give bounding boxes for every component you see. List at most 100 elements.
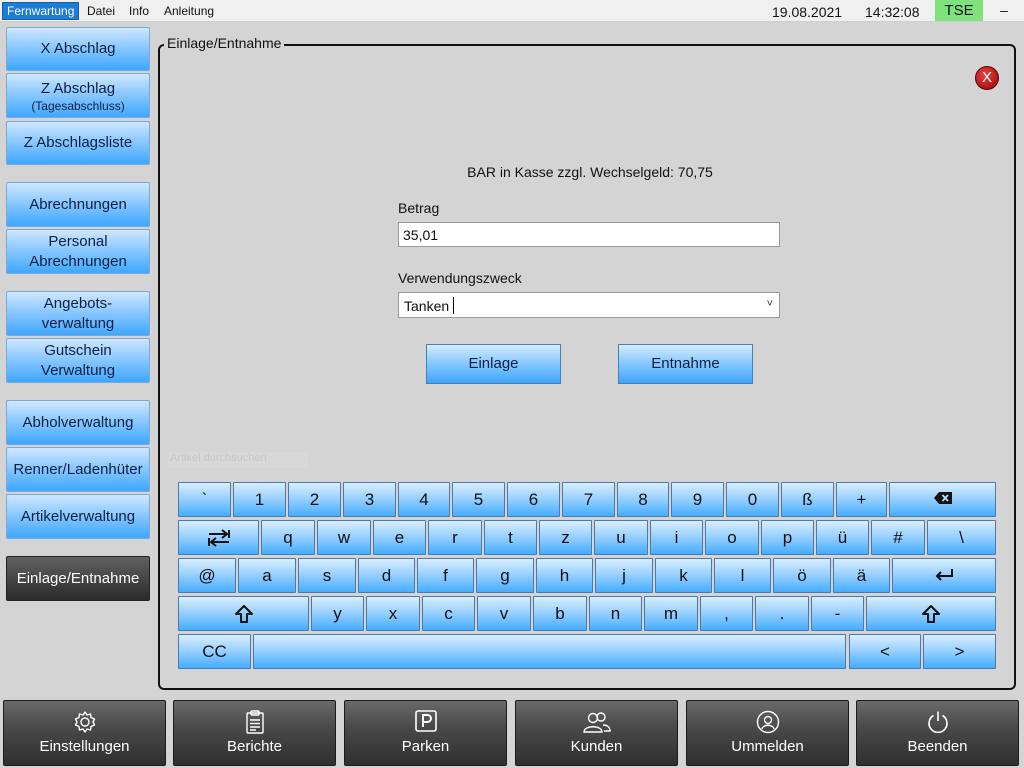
key-s[interactable]: s	[298, 558, 356, 593]
key-u[interactable]: u	[594, 520, 648, 555]
key-shift-left[interactable]	[178, 596, 309, 631]
customers-label: Kunden	[570, 738, 623, 755]
menu-datei[interactable]: Datei	[83, 2, 119, 20]
cash-in-out-button[interactable]: Einlage/Entnahme	[6, 556, 150, 601]
key-t[interactable]: t	[484, 520, 537, 555]
key-8[interactable]: 8	[617, 482, 669, 517]
key-d[interactable]: d	[358, 558, 415, 593]
key-r[interactable]: r	[428, 520, 482, 555]
amount-input[interactable]	[398, 222, 780, 247]
menu-fernwartung[interactable]: Fernwartung	[2, 2, 80, 20]
key-backslash[interactable]: \	[927, 520, 996, 555]
pickup-button[interactable]: Abholverwaltung	[6, 400, 150, 445]
voucher-button[interactable]: Gutschein Verwaltung	[6, 338, 150, 383]
switch-user-label: Ummelden	[731, 738, 804, 755]
tab-icon	[207, 529, 230, 547]
articles-button[interactable]: Artikelverwaltung	[6, 494, 150, 539]
key-m[interactable]: m	[644, 596, 698, 631]
menu-info[interactable]: Info	[125, 2, 153, 20]
purpose-combobox[interactable]: Tanken ˅	[398, 292, 780, 318]
bestsellers-label: Renner/Ladenhüter	[13, 460, 143, 478]
settings-button[interactable]: Einstellungen	[3, 700, 166, 766]
key-backtick[interactable]: `	[178, 482, 231, 517]
switch-user-button[interactable]: Ummelden	[686, 700, 849, 766]
offers-label-2: verwaltung	[41, 314, 115, 332]
key-k[interactable]: k	[655, 558, 712, 593]
minimize-button[interactable]: –	[994, 1, 1014, 21]
key-plus[interactable]: +	[836, 482, 887, 517]
staff-billing-button[interactable]: Personal Abrechnungen	[6, 229, 150, 274]
key-space[interactable]	[253, 634, 846, 669]
key-cc[interactable]: CC	[178, 634, 251, 669]
key-o[interactable]: o	[705, 520, 759, 555]
offers-label-1: Angebots-	[43, 294, 113, 312]
parking-icon	[414, 710, 437, 732]
key-4[interactable]: 4	[398, 482, 450, 517]
key-at[interactable]: @	[178, 558, 236, 593]
key-eszett[interactable]: ß	[781, 482, 834, 517]
enter-icon	[935, 569, 953, 581]
key-ae[interactable]: ä	[833, 558, 890, 593]
key-f[interactable]: f	[417, 558, 474, 593]
key-ue[interactable]: ü	[816, 520, 869, 555]
power-icon	[927, 711, 948, 734]
key-x[interactable]: x	[366, 596, 420, 631]
key-tab[interactable]	[178, 520, 259, 555]
staff-billing-label-1: Personal	[48, 232, 108, 250]
key-0[interactable]: 0	[726, 482, 779, 517]
key-6[interactable]: 6	[507, 482, 560, 517]
key-7[interactable]: 7	[562, 482, 615, 517]
x-report-button[interactable]: X Abschlag	[6, 27, 150, 71]
key-backspace[interactable]	[889, 482, 996, 517]
key-9[interactable]: 9	[671, 482, 724, 517]
key-a[interactable]: a	[238, 558, 296, 593]
park-label: Parken	[401, 738, 450, 755]
key-j[interactable]: j	[595, 558, 653, 593]
reports-button[interactable]: Berichte	[173, 700, 336, 766]
key-right[interactable]: >	[923, 634, 996, 669]
key-n[interactable]: n	[589, 596, 642, 631]
key-l[interactable]: l	[714, 558, 771, 593]
offers-button[interactable]: Angebots- verwaltung	[6, 291, 150, 336]
key-oe[interactable]: ö	[773, 558, 831, 593]
key-c[interactable]: c	[422, 596, 475, 631]
key-e[interactable]: e	[373, 520, 426, 555]
chevron-down-icon[interactable]: ˅	[767, 295, 773, 313]
key-i[interactable]: i	[650, 520, 703, 555]
key-q[interactable]: q	[261, 520, 315, 555]
key-3[interactable]: 3	[343, 482, 396, 517]
z-report-list-button[interactable]: Z Abschlagsliste	[6, 121, 150, 165]
customers-button[interactable]: Kunden	[515, 700, 678, 766]
key-w[interactable]: w	[317, 520, 371, 555]
key-period[interactable]: .	[755, 596, 809, 631]
key-v[interactable]: v	[477, 596, 531, 631]
close-button[interactable]: X	[975, 66, 999, 90]
deposit-button[interactable]: Einlage	[426, 344, 561, 384]
key-z[interactable]: z	[539, 520, 592, 555]
z-report-sublabel: (Tagesabschluss)	[31, 98, 125, 113]
z-report-list-label: Z Abschlagsliste	[23, 134, 133, 151]
withdraw-button[interactable]: Entnahme	[618, 344, 753, 384]
bestsellers-button[interactable]: Renner/Ladenhüter	[6, 447, 150, 492]
key-g[interactable]: g	[476, 558, 534, 593]
key-shift-right[interactable]	[866, 596, 996, 631]
z-report-button[interactable]: Z Abschlag (Tagesabschluss)	[6, 73, 150, 118]
billing-label: Abrechnungen	[29, 195, 127, 213]
key-2[interactable]: 2	[288, 482, 341, 517]
billing-button[interactable]: Abrechnungen	[6, 182, 150, 227]
key-hash[interactable]: #	[871, 520, 925, 555]
key-comma[interactable]: ,	[700, 596, 753, 631]
articles-label: Artikelverwaltung	[20, 507, 136, 525]
key-p[interactable]: p	[761, 520, 814, 555]
key-b[interactable]: b	[533, 596, 587, 631]
key-enter[interactable]	[892, 558, 996, 593]
key-minus[interactable]: -	[811, 596, 864, 631]
key-h[interactable]: h	[536, 558, 593, 593]
park-button[interactable]: Parken	[344, 700, 507, 766]
key-1[interactable]: 1	[233, 482, 286, 517]
key-left[interactable]: <	[849, 634, 921, 669]
menu-anleitung[interactable]: Anleitung	[160, 2, 218, 20]
key-y[interactable]: y	[311, 596, 364, 631]
quit-button[interactable]: Beenden	[856, 700, 1019, 766]
key-5[interactable]: 5	[452, 482, 505, 517]
